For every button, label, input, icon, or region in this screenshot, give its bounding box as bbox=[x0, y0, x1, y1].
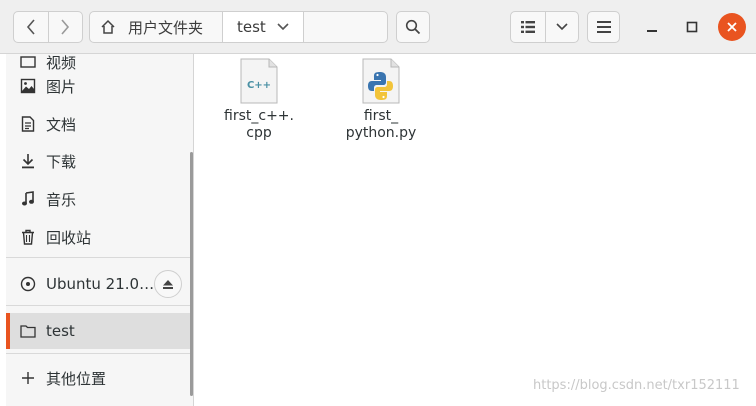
sidebar-separator bbox=[6, 305, 193, 306]
sidebar-item-label: 文档 bbox=[46, 115, 77, 134]
path-bar: 用户文件夹 test bbox=[89, 11, 388, 43]
list-view-icon bbox=[520, 21, 535, 33]
navigation-buttons bbox=[13, 11, 83, 43]
sidebar-item-label: 下载 bbox=[46, 152, 77, 171]
sidebar-item-documents[interactable]: 文档 bbox=[6, 106, 193, 142]
maximize-icon bbox=[686, 21, 698, 33]
path-current-button[interactable]: test bbox=[223, 12, 304, 42]
view-toggle-group bbox=[510, 11, 579, 43]
sidebar-item-downloads[interactable]: 下载 bbox=[6, 143, 193, 179]
sidebar-item-pictures[interactable]: 图片 bbox=[6, 68, 193, 104]
maximize-button[interactable] bbox=[678, 13, 706, 41]
file-name: first_c++. cpp bbox=[224, 108, 294, 142]
file-name-text: first_ python.py bbox=[345, 108, 417, 141]
sidebar-item-label: 音乐 bbox=[46, 190, 77, 209]
eject-button[interactable] bbox=[154, 270, 182, 298]
chevron-down-icon bbox=[556, 23, 568, 31]
sidebar: 视频 图片 文档 下载 音乐 回收站 Ubuntu 21.0… test 其他位… bbox=[6, 54, 194, 406]
chevron-left-icon bbox=[26, 19, 35, 35]
sidebar-item-music[interactable]: 音乐 bbox=[6, 181, 193, 217]
minimize-icon bbox=[647, 30, 657, 32]
sidebar-item-device[interactable]: Ubuntu 21.0… bbox=[6, 266, 193, 302]
sidebar-separator bbox=[6, 353, 193, 354]
home-icon bbox=[101, 19, 115, 34]
close-icon bbox=[727, 22, 737, 32]
python-file-icon bbox=[362, 58, 400, 104]
watermark: https://blog.csdn.net/txr152111 bbox=[533, 378, 740, 393]
view-options-button[interactable] bbox=[544, 12, 579, 42]
cpp-file-icon: C++ bbox=[240, 58, 278, 104]
trash-icon bbox=[20, 229, 36, 245]
download-icon bbox=[20, 153, 36, 169]
folder-icon bbox=[20, 324, 36, 338]
hamburger-menu-icon bbox=[596, 21, 611, 33]
sidebar-item-label: 其他位置 bbox=[46, 369, 107, 388]
disc-icon bbox=[20, 276, 36, 292]
plus-icon bbox=[20, 371, 36, 385]
search-icon bbox=[405, 19, 421, 35]
close-button[interactable] bbox=[718, 13, 746, 41]
search-button[interactable] bbox=[396, 11, 430, 43]
path-bar-empty bbox=[304, 12, 387, 42]
list-view-button[interactable] bbox=[511, 12, 545, 42]
music-icon bbox=[20, 191, 36, 207]
back-button[interactable] bbox=[14, 12, 48, 42]
document-icon bbox=[20, 116, 36, 132]
sidebar-scrollbar[interactable] bbox=[190, 152, 193, 396]
file-item-cpp[interactable]: C++ first_c++. cpp bbox=[214, 58, 304, 142]
path-home-label: 用户文件夹 bbox=[128, 18, 204, 37]
header-bar: 用户文件夹 test bbox=[0, 0, 756, 54]
chevron-down-icon bbox=[277, 23, 289, 31]
sidebar-separator bbox=[6, 257, 193, 258]
sidebar-item-trash[interactable]: 回收站 bbox=[6, 219, 193, 255]
video-icon bbox=[20, 55, 36, 69]
path-current-label: test bbox=[237, 18, 266, 36]
sidebar-item-label: Ubuntu 21.0… bbox=[46, 275, 155, 293]
minimize-button[interactable] bbox=[638, 13, 666, 41]
sidebar-item-label: test bbox=[46, 322, 75, 340]
chevron-right-icon bbox=[61, 19, 70, 35]
file-name-text: first_c++. cpp bbox=[224, 108, 294, 141]
menu-button[interactable] bbox=[587, 11, 620, 43]
sidebar-item-test[interactable]: test bbox=[6, 313, 193, 349]
forward-button[interactable] bbox=[47, 12, 82, 42]
cpp-badge: C++ bbox=[247, 80, 271, 91]
image-icon bbox=[20, 78, 36, 94]
eject-icon bbox=[163, 280, 173, 289]
sidebar-item-label: 图片 bbox=[46, 77, 77, 96]
file-view: C++ first_c++. cpp first_ python.py bbox=[195, 54, 756, 406]
path-home-button[interactable]: 用户文件夹 bbox=[90, 12, 223, 42]
file-item-python[interactable]: first_ python.py bbox=[336, 58, 426, 142]
file-name: first_ python.py bbox=[346, 108, 417, 142]
sidebar-item-other-locations[interactable]: 其他位置 bbox=[6, 360, 193, 396]
sidebar-item-label: 回收站 bbox=[46, 228, 92, 247]
